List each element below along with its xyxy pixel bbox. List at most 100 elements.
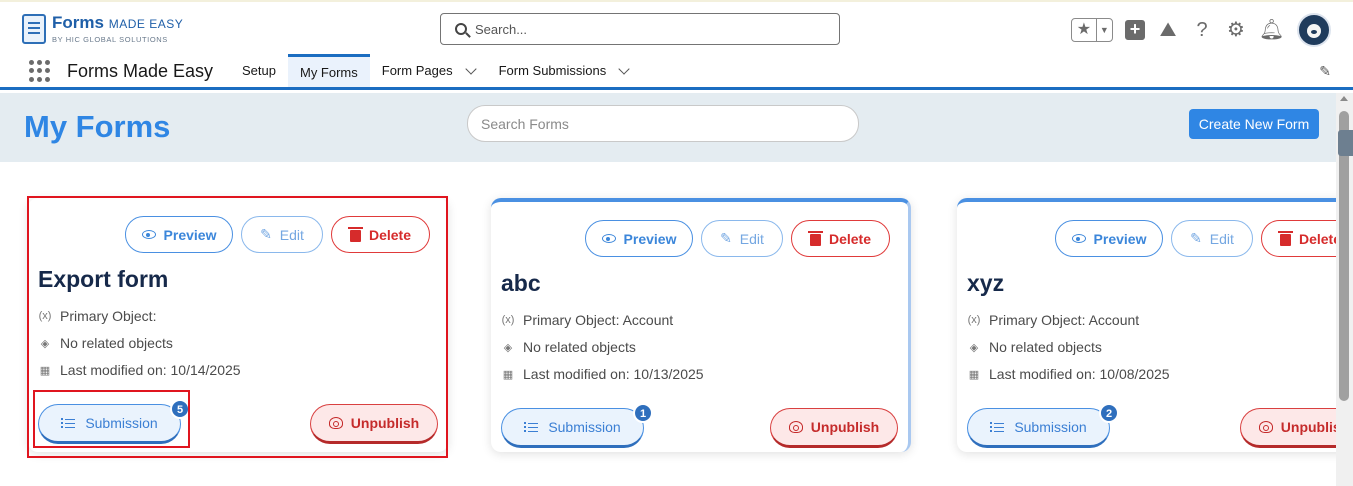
preview-button[interactable]: Preview (1055, 220, 1163, 257)
bell-icon[interactable]: 🔔︎ (1259, 18, 1284, 42)
trailhead-icon[interactable]: ⛰ (1157, 18, 1179, 42)
side-panel-toggle[interactable] (1338, 130, 1353, 156)
list-icon (990, 421, 1005, 433)
forms-grid: Preview ✎ Edit Delete Export form (x) Pr… (0, 162, 1336, 486)
variable-icon: (x) (501, 314, 515, 326)
tag-icon: ◈ (503, 341, 513, 354)
scroll-up-icon[interactable] (1340, 96, 1348, 101)
calendar-icon: ▦ (502, 368, 514, 381)
preview-button[interactable]: Preview (585, 220, 693, 257)
card-actions: Preview ✎ Edit Delete (125, 216, 430, 253)
form-title: Export form (38, 266, 169, 292)
favorites-button[interactable]: ★ ▼ (1071, 18, 1113, 42)
gear-icon[interactable]: ⚙ (1225, 18, 1247, 42)
tag-icon: ◈ (969, 341, 979, 354)
delete-button[interactable]: Delete (791, 220, 890, 257)
tab-label: Setup (242, 63, 276, 78)
variable-icon: (x) (967, 314, 981, 326)
submission-button[interactable]: Submission 2 (967, 403, 1119, 448)
eye-icon (141, 230, 156, 239)
app-navigation-bar: Forms Made Easy Setup My Forms Form Page… (0, 54, 1353, 90)
delete-button[interactable]: Delete (331, 216, 430, 253)
card-actions: Preview ✎ Edit Delete (585, 220, 890, 257)
app-logo[interactable]: Forms MADE EASY BY HIC GLOBAL SOLUTIONS (22, 14, 183, 44)
create-new-form-button[interactable]: Create New Form (1189, 109, 1319, 139)
submission-count-badge: 1 (633, 403, 653, 423)
variable-icon: (x) (38, 310, 52, 322)
logo-main-text: Forms (52, 13, 104, 32)
last-modified: ▦ Last modified on: 10/14/2025 (39, 362, 241, 378)
chevron-down-icon[interactable] (464, 62, 477, 75)
unpublish-icon (1258, 421, 1273, 433)
tab-form-submissions[interactable]: Form Submissions (487, 54, 641, 87)
form-card: Preview ✎ Edit Delete xyz (x) Primary Ob… (957, 198, 1336, 452)
tab-my-forms[interactable]: My Forms (287, 54, 370, 87)
tab-label: My Forms (299, 64, 358, 80)
pencil-icon[interactable]: ✎ (1319, 63, 1331, 80)
submission-button[interactable]: Submission 1 (501, 403, 653, 448)
form-card: Preview ✎ Edit Delete abc (x) Primary Ob… (491, 198, 911, 452)
calendar-icon: ▦ (39, 364, 51, 377)
submission-count-badge: 2 (1099, 403, 1119, 423)
eye-icon (1071, 234, 1086, 243)
preview-button[interactable]: Preview (125, 216, 233, 253)
trash-icon (347, 226, 363, 242)
plus-icon[interactable]: + (1125, 20, 1145, 40)
edit-button[interactable]: ✎ Edit (1171, 220, 1253, 257)
edit-button[interactable]: ✎ Edit (241, 216, 323, 253)
waffle-icon[interactable] (29, 60, 51, 82)
card-actions: Preview ✎ Edit Delete (1055, 220, 1336, 257)
list-icon (61, 417, 76, 429)
primary-object: (x) Primary Object: Account (501, 312, 674, 328)
wand-icon: ✎ (260, 226, 272, 242)
related-objects: ◈ No related objects (501, 339, 636, 355)
form-card: Preview ✎ Edit Delete Export form (x) Pr… (28, 198, 448, 452)
header-utility-icons: ★ ▼ + ⛰ ? ⚙ 🔔︎ (1071, 13, 1331, 47)
edit-button[interactable]: ✎ Edit (701, 220, 783, 257)
delete-button[interactable]: Delete (1261, 220, 1336, 257)
logo-made-text: MADE EASY (108, 17, 184, 31)
trash-icon (807, 230, 823, 246)
eye-icon (601, 234, 616, 243)
logo-sub-text: BY HIC GLOBAL SOLUTIONS (52, 35, 168, 44)
tab-setup[interactable]: Setup (230, 54, 288, 87)
last-modified: ▦ Last modified on: 10/08/2025 (968, 366, 1170, 382)
primary-object: (x) Primary Object: Account (967, 312, 1140, 328)
wand-icon: ✎ (720, 230, 732, 246)
avatar[interactable] (1297, 13, 1331, 47)
tab-label: Form Submissions (498, 63, 607, 78)
trash-icon (1277, 230, 1293, 246)
forms-logo-icon (22, 14, 46, 44)
unpublish-button[interactable]: Unpublish (310, 404, 438, 444)
wand-icon: ✎ (1190, 230, 1202, 246)
global-search-input[interactable] (475, 21, 805, 37)
list-icon (524, 421, 539, 433)
related-objects: ◈ No related objects (38, 335, 173, 351)
search-icon (455, 23, 467, 35)
help-icon[interactable]: ? (1191, 18, 1213, 42)
primary-object: (x) Primary Object: (38, 308, 157, 324)
tab-label: Form Pages (381, 63, 453, 78)
forms-search-input[interactable] (467, 105, 859, 142)
page-header: My Forms Create New Form (0, 93, 1336, 162)
tag-icon: ◈ (40, 337, 50, 350)
star-icon[interactable]: ★ (1072, 19, 1097, 41)
app-name: Forms Made Easy (67, 61, 214, 81)
favorites-dropdown-icon[interactable]: ▼ (1097, 25, 1112, 35)
submission-button[interactable]: Submission 5 (38, 399, 190, 444)
form-title: abc (501, 270, 541, 296)
calendar-icon: ▦ (968, 368, 980, 381)
nav-tabs: Setup My Forms Form Pages Form Submissio… (230, 54, 640, 87)
global-header: Forms MADE EASY BY HIC GLOBAL SOLUTIONS … (0, 0, 1353, 54)
last-modified: ▦ Last modified on: 10/13/2025 (502, 366, 704, 382)
submission-count-badge: 5 (170, 399, 190, 419)
logo-text: Forms MADE EASY BY HIC GLOBAL SOLUTIONS (52, 14, 183, 44)
tab-form-pages[interactable]: Form Pages (370, 54, 487, 87)
unpublish-button[interactable]: Unpublish (1240, 408, 1336, 448)
unpublish-icon (788, 421, 803, 433)
form-title: xyz (967, 270, 1005, 296)
unpublish-button[interactable]: Unpublish (770, 408, 898, 448)
chevron-down-icon[interactable] (618, 62, 630, 75)
global-search[interactable] (440, 13, 840, 45)
unpublish-icon (328, 417, 343, 429)
